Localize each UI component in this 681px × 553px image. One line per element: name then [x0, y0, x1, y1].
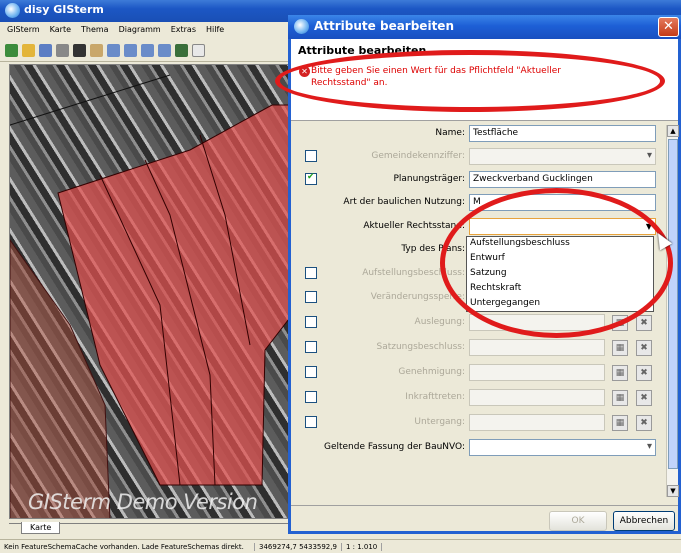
calendar-icon[interactable]: ▦ — [612, 365, 628, 381]
clear-icon[interactable]: ✖ — [636, 315, 652, 331]
gisterm-app-icon — [5, 3, 20, 18]
map-parcels — [10, 74, 290, 518]
zoom-area-icon[interactable] — [141, 44, 154, 57]
menu-thema[interactable]: Thema — [81, 25, 109, 39]
row-gemeinde: Gemeindekennziffer: — [291, 148, 666, 165]
zoom-in-icon[interactable] — [107, 44, 120, 57]
row-genehmigung: Genehmigung: ▦ ✖ — [291, 364, 666, 381]
calendar-icon[interactable]: ▦ — [612, 415, 628, 431]
menu-karte[interactable]: Karte — [50, 25, 71, 39]
error-highlight-ellipse — [275, 50, 665, 112]
untergang-input[interactable] — [469, 414, 605, 431]
main-menubar: GISterm Karte Thema Diagramm Extras Hilf… — [0, 22, 300, 39]
calendar-icon[interactable]: ▦ — [612, 340, 628, 356]
map-canvas[interactable]: GISterm Demo Version — [9, 64, 291, 519]
aufstellung-checkbox[interactable] — [305, 267, 317, 279]
name-label: Name: — [435, 128, 465, 138]
dropdown-highlight-ellipse — [440, 188, 673, 338]
row-satzung: Satzungsbeschluss: ▦ ✖ — [291, 339, 666, 356]
binoculars-icon[interactable] — [73, 44, 86, 57]
auslegung-checkbox[interactable] — [305, 316, 317, 328]
status-message: Kein FeatureSchemaCache vorhanden. Lade … — [0, 542, 255, 551]
row-untergang: Untergang: ▦ ✖ — [291, 414, 666, 431]
clear-icon[interactable]: ✖ — [636, 390, 652, 406]
zoom-full-icon[interactable] — [158, 44, 171, 57]
row-name: Name: Testfläche — [291, 125, 666, 142]
dialog-titlebar: Attribute bearbeiten ✕ — [288, 15, 681, 39]
nutzung-label: Art der baulichen Nutzung: — [343, 197, 465, 207]
tab-karte[interactable]: Karte — [21, 522, 61, 534]
pan-hand-icon[interactable] — [90, 44, 103, 57]
genehmigung-input[interactable] — [469, 364, 605, 381]
baunvo-select[interactable] — [469, 439, 656, 456]
dialog-title: Attribute bearbeiten — [314, 19, 454, 33]
open-folder-icon[interactable] — [22, 44, 35, 57]
form-scrollbar[interactable]: ▲ ▼ — [666, 125, 679, 497]
dialog-footer: OK Abbrechen — [291, 505, 678, 534]
veraenderung-checkbox[interactable] — [305, 291, 317, 303]
planungstraeger-input[interactable]: Zweckverband Gucklingen — [469, 171, 656, 188]
layer-tool-icon[interactable] — [175, 44, 188, 57]
satzung-label: Satzungsbeschluss: — [376, 342, 466, 352]
satzung-checkbox[interactable] — [305, 341, 317, 353]
menu-diagramm[interactable]: Diagramm — [119, 25, 161, 39]
save-icon[interactable] — [39, 44, 52, 57]
row-planungstraeger: Planungsträger: Zweckverband Gucklingen — [291, 171, 666, 188]
inkraft-input[interactable] — [469, 389, 605, 406]
menu-gisterm[interactable]: GISterm — [7, 25, 40, 39]
scroll-up-icon[interactable]: ▲ — [667, 125, 679, 137]
dialog-app-icon — [294, 19, 309, 34]
row-inkraft: Inkrafttreten: ▦ ✖ — [291, 389, 666, 406]
clear-icon[interactable]: ✖ — [636, 415, 652, 431]
calendar-icon[interactable]: ▦ — [612, 390, 628, 406]
genehmigung-checkbox[interactable] — [305, 366, 317, 378]
main-toolbar — [0, 40, 300, 62]
untergang-checkbox[interactable] — [305, 416, 317, 428]
print-icon[interactable] — [56, 44, 69, 57]
ok-button[interactable]: OK — [549, 511, 607, 531]
satzung-input[interactable] — [469, 339, 605, 356]
cancel-button[interactable]: Abbrechen — [613, 511, 675, 531]
close-button[interactable]: ✕ — [658, 17, 679, 37]
layer-icon[interactable] — [5, 44, 18, 57]
untergang-label: Untergang: — [414, 417, 465, 427]
auslegung-label: Auslegung: — [414, 317, 465, 327]
gemeinde-checkbox[interactable] — [305, 150, 317, 162]
menu-hilfe[interactable]: Hilfe — [206, 25, 224, 39]
map-road-line — [10, 74, 171, 126]
rechtsstand-label: Aktueller Rechtsstand: — [363, 221, 465, 231]
clear-icon[interactable]: ✖ — [636, 340, 652, 356]
planungstraeger-checkbox[interactable] — [305, 172, 317, 185]
gemeinde-label: Gemeindekennziffer: — [371, 151, 465, 161]
baunvo-label: Geltende Fassung der BauNVO: — [323, 442, 465, 452]
map-tabstrip: Karte — [9, 522, 299, 537]
zoom-out-icon[interactable] — [124, 44, 137, 57]
inkraft-label: Inkrafttreten: — [405, 392, 465, 402]
scroll-thumb[interactable] — [668, 139, 678, 469]
genehmigung-label: Genehmigung: — [398, 367, 465, 377]
status-coordinates: 3469274,7 5433592,9 — [255, 542, 342, 551]
menu-extras[interactable]: Extras — [171, 25, 196, 39]
row-baunvo: Geltende Fassung der BauNVO: — [291, 439, 666, 456]
name-input[interactable]: Testfläche — [469, 125, 656, 142]
inkraft-checkbox[interactable] — [305, 391, 317, 403]
gemeinde-select[interactable] — [469, 148, 656, 165]
status-scale: 1 : 1.010 — [342, 542, 383, 551]
clear-icon[interactable]: ✖ — [636, 365, 652, 381]
demo-watermark: GISterm Demo Version — [28, 490, 258, 514]
planungstraeger-label: Planungsträger: — [393, 174, 465, 184]
scroll-down-icon[interactable]: ▼ — [667, 485, 679, 497]
statusbar: Kein FeatureSchemaCache vorhanden. Lade … — [0, 539, 681, 553]
main-window-title: disy GISterm — [24, 3, 104, 16]
select-arrow-icon[interactable] — [192, 44, 205, 57]
